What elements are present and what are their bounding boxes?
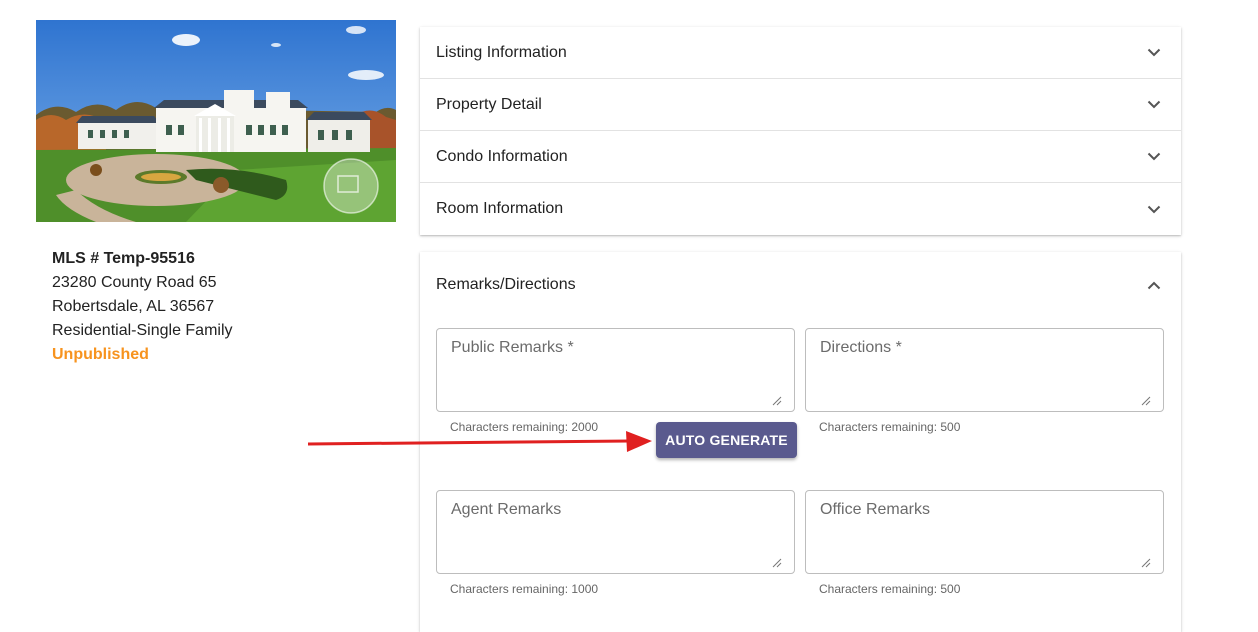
section-room-information[interactable]: Room Information [420,183,1181,235]
directions-field[interactable]: Directions * [805,328,1164,412]
section-listing-information[interactable]: Listing Information [420,27,1181,79]
public-remarks-placeholder: Public Remarks * [451,339,574,356]
agent-remarks-helper: Characters remaining: 1000 [450,582,599,596]
resize-grip-icon[interactable] [772,393,782,406]
address-line-1: 23280 County Road 65 [52,274,217,291]
property-photo [36,20,396,222]
directions-helper: Characters remaining: 500 [819,420,961,434]
office-remarks-helper: Characters remaining: 500 [819,582,961,596]
section-title: Listing Information [436,43,567,61]
listing-accordion: Listing Information Property Detail Cond… [420,27,1181,235]
chevron-down-icon[interactable] [1147,150,1161,164]
chevron-down-icon[interactable] [1147,98,1161,112]
directions-placeholder: Directions * [820,339,902,356]
section-condo-information[interactable]: Condo Information [420,131,1181,183]
mls-number: MLS # Temp-95516 [52,250,195,267]
listing-status: Unpublished [52,346,149,363]
office-remarks-placeholder: Office Remarks [820,501,930,518]
chevron-up-icon[interactable] [1147,278,1161,292]
property-type: Residential-Single Family [52,322,233,339]
chevron-down-icon[interactable] [1147,202,1161,216]
chevron-down-icon[interactable] [1147,46,1161,60]
section-remarks-directions[interactable]: Remarks/Directions [420,252,1181,318]
listing-summary: MLS # Temp-95516 23280 County Road 65 Ro… [52,247,233,367]
office-remarks-field[interactable]: Office Remarks [805,490,1164,574]
agent-remarks-field[interactable]: Agent Remarks [436,490,795,574]
section-title: Property Detail [436,95,542,113]
section-property-detail[interactable]: Property Detail [420,79,1181,131]
address-line-2: Robertsdale, AL 36567 [52,298,215,315]
section-title: Remarks/Directions [436,276,576,293]
annotation-arrow-icon [307,431,652,452]
public-remarks-field[interactable]: Public Remarks * [436,328,795,412]
resize-grip-icon[interactable] [1141,393,1151,406]
agent-remarks-placeholder: Agent Remarks [451,501,562,518]
resize-grip-icon[interactable] [1141,555,1151,568]
section-title: Room Information [436,200,564,217]
section-title: Condo Information [436,147,568,165]
resize-grip-icon[interactable] [772,555,782,568]
auto-generate-button[interactable]: AUTO GENERATE [656,422,797,458]
